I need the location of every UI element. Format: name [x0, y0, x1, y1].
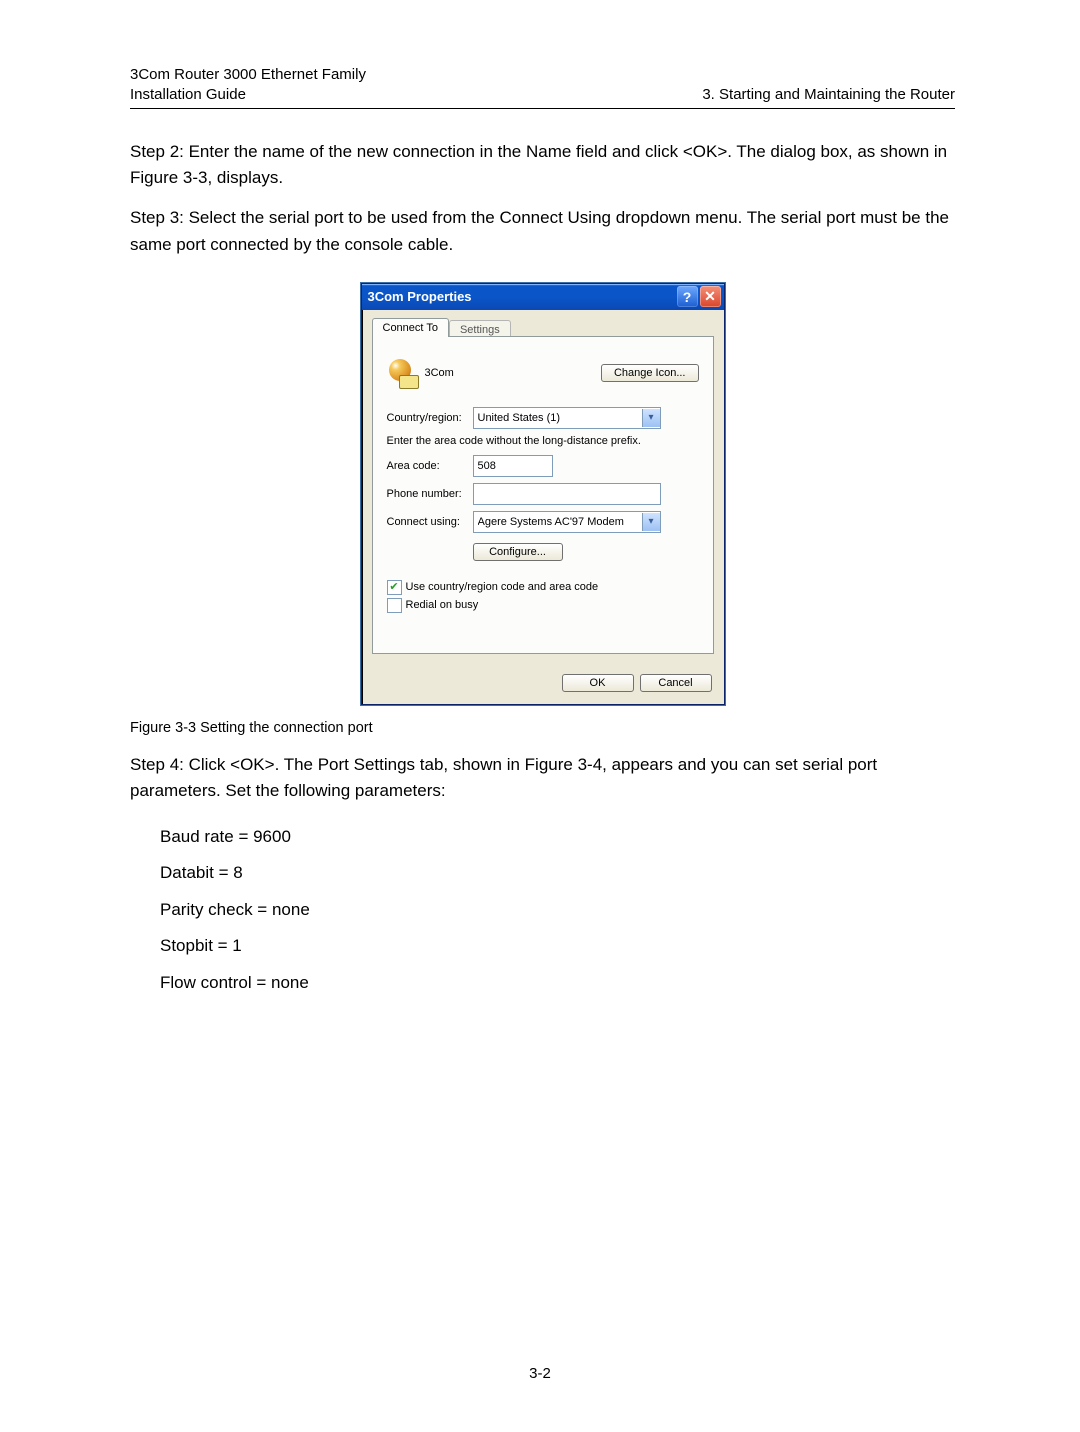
properties-dialog: 3Com Properties ? ✕ Connect To Settings [361, 283, 725, 705]
connection-name: 3Com [425, 367, 454, 379]
step-3-text: Step 3: Select the serial port to be use… [130, 205, 955, 258]
close-icon: ✕ [704, 288, 716, 305]
country-region-label: Country/region: [387, 412, 473, 424]
figure-title: Setting the connection port [196, 720, 373, 736]
area-code-input[interactable] [473, 455, 553, 477]
redial-on-busy-label: Redial on busy [406, 599, 479, 611]
ok-button[interactable]: OK [562, 674, 634, 692]
tab-panel: 3Com Change Icon... Country/region: Unit… [372, 336, 714, 654]
connect-using-select[interactable]: Agere Systems AC'97 Modem ▾ [473, 511, 661, 533]
page-number: 3-2 [0, 1365, 1080, 1382]
connection-icon [387, 357, 419, 389]
country-region-value: United States (1) [478, 412, 642, 424]
area-code-hint: Enter the area code without the long-dis… [387, 435, 699, 447]
phone-number-label: Phone number: [387, 488, 473, 500]
chevron-down-icon: ▾ [642, 409, 660, 427]
header-product: 3Com Router 3000 Ethernet Family [130, 65, 366, 85]
area-code-label: Area code: [387, 460, 473, 472]
param-baud: Baud rate = 9600 [160, 819, 955, 856]
help-button[interactable]: ? [677, 286, 698, 307]
figure-caption: Figure 3-3 Setting the connection port [130, 720, 955, 736]
close-button[interactable]: ✕ [700, 286, 721, 307]
figure-number: Figure 3-3 [130, 720, 196, 736]
connect-using-value: Agere Systems AC'97 Modem [478, 516, 642, 528]
param-databit: Databit = 8 [160, 855, 955, 892]
param-stopbit: Stopbit = 1 [160, 928, 955, 965]
page-header: 3Com Router 3000 Ethernet Family Install… [130, 65, 955, 109]
chevron-down-icon: ▾ [642, 513, 660, 531]
header-guide: Installation Guide [130, 85, 366, 105]
country-region-select[interactable]: United States (1) ▾ [473, 407, 661, 429]
dialog-titlebar[interactable]: 3Com Properties ? ✕ [362, 284, 724, 310]
configure-button[interactable]: Configure... [473, 543, 563, 561]
param-flow: Flow control = none [160, 965, 955, 1002]
param-parity: Parity check = none [160, 892, 955, 929]
dialog-title: 3Com Properties [368, 289, 675, 304]
step-4-text: Step 4: Click <OK>. The Port Settings ta… [130, 752, 955, 805]
tab-connect-to[interactable]: Connect To [372, 318, 449, 337]
phone-number-input[interactable] [473, 483, 661, 505]
serial-parameters: Baud rate = 9600 Databit = 8 Parity chec… [160, 819, 955, 1002]
header-chapter: 3. Starting and Maintaining the Router [702, 85, 955, 105]
use-country-code-label: Use country/region code and area code [406, 581, 599, 593]
use-country-code-checkbox[interactable]: ✔ [387, 580, 402, 595]
help-icon: ? [683, 289, 692, 305]
cancel-button[interactable]: Cancel [640, 674, 712, 692]
step-2-text: Step 2: Enter the name of the new connec… [130, 139, 955, 192]
redial-on-busy-checkbox[interactable] [387, 598, 402, 613]
change-icon-button[interactable]: Change Icon... [601, 364, 699, 382]
connect-using-label: Connect using: [387, 516, 473, 528]
